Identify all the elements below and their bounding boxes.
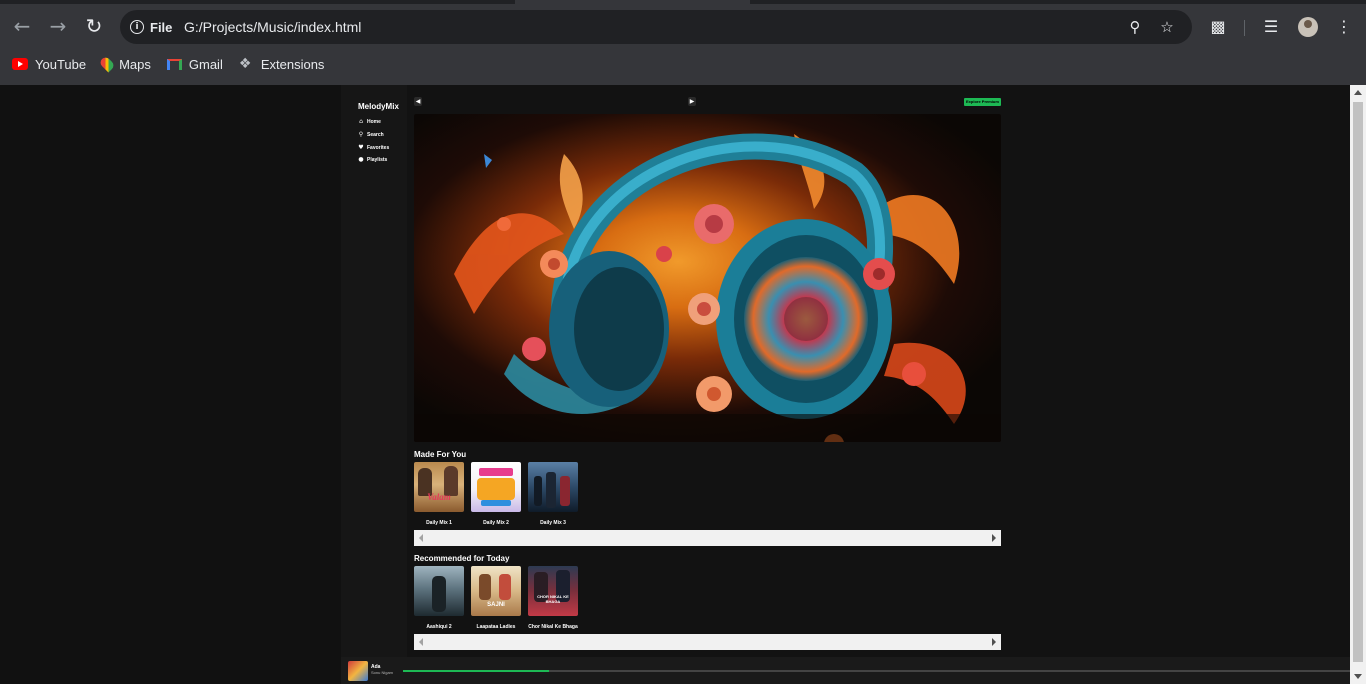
sidebar-item-playlists[interactable]: ● Playlists <box>358 156 387 163</box>
maps-icon <box>98 55 116 73</box>
sidebar: MelodyMix ⌂ Home ⚲ Search ♥ Favorites ● … <box>341 85 407 657</box>
playlist-cover: CHOR NIKAL KE BHAGA <box>528 566 578 616</box>
now-playing-cover <box>348 661 368 681</box>
sidebar-item-home[interactable]: ⌂ Home <box>358 118 381 125</box>
forward-icon[interactable]: → <box>45 13 71 39</box>
brand-logo: MelodyMix <box>358 102 399 111</box>
bookmark-gmail[interactable]: Gmail <box>166 56 223 72</box>
explore-premium-button[interactable]: Explore Premium <box>964 98 1001 106</box>
bookmark-label: Gmail <box>188 56 223 72</box>
now-playing-artist: Sonu Nigam <box>371 670 394 675</box>
browser-chrome: ← → ↻ i File G:/Projects/Music/index.htm… <box>0 0 1366 85</box>
site-chip-label: File <box>150 19 173 35</box>
hero-banner <box>414 114 1001 442</box>
toolbar-divider <box>1244 20 1245 36</box>
progress-bar[interactable] <box>403 670 1350 672</box>
music-app: MelodyMix ⌂ Home ⚲ Search ♥ Favorites ● … <box>341 85 1350 684</box>
bookmark-label: YouTube <box>35 56 87 72</box>
vertical-scrollbar[interactable] <box>1350 85 1366 684</box>
playlist-card[interactable]: Daily Mix 3 <box>528 462 578 526</box>
cover-title: CHOR NIKAL KE BHAGA <box>537 594 569 604</box>
zoom-icon[interactable]: ⚲ <box>1126 18 1144 36</box>
bookmark-maps[interactable]: Maps <box>98 55 151 73</box>
heart-icon: ♥ <box>358 144 364 151</box>
gmail-icon <box>166 58 182 70</box>
playlist-card[interactable]: Aashiqui 2 <box>414 566 464 630</box>
home-icon: ⌂ <box>359 118 363 125</box>
bookmark-star-icon[interactable]: ☆ <box>1158 18 1176 36</box>
card-label: Daily Mix 2 <box>483 520 509 526</box>
scroll-up-icon[interactable] <box>1354 90 1362 95</box>
address-bar[interactable]: i File G:/Projects/Music/index.html ⚲ ☆ <box>120 10 1192 44</box>
back-icon[interactable]: ← <box>9 13 35 39</box>
back-arrow-button[interactable]: ◀ <box>414 97 422 106</box>
site-info-chip[interactable]: i File <box>126 15 180 39</box>
forward-arrow-button[interactable]: ▶ <box>688 97 696 106</box>
card-label: Daily Mix 3 <box>540 520 566 526</box>
media-control-icon[interactable]: ☰ <box>1261 17 1281 37</box>
playlist-icon: ● <box>358 156 364 163</box>
browser-toolbar: ← → ↻ i File G:/Projects/Music/index.htm… <box>0 4 1366 48</box>
playlist-card[interactable]: SAJNI Laapataa Ladies <box>471 566 521 630</box>
sidebar-item-search[interactable]: ⚲ Search <box>358 131 384 138</box>
bookmark-label: Maps <box>119 56 151 72</box>
progress-fill <box>403 670 549 672</box>
search-icon: ⚲ <box>358 131 364 138</box>
sidebar-item-label: Playlists <box>367 156 388 163</box>
scrollbar-thumb[interactable] <box>1353 102 1363 662</box>
youtube-icon <box>12 58 28 70</box>
sidebar-item-label: Home <box>367 118 381 125</box>
scroll-right-icon[interactable] <box>992 534 996 542</box>
section-title-recommended: Recommended for Today <box>414 554 510 563</box>
page-viewport: MelodyMix ⌂ Home ⚲ Search ♥ Favorites ● … <box>0 85 1350 684</box>
card-label: Laapataa Ladies <box>476 624 516 630</box>
reload-icon[interactable]: ↻ <box>81 13 107 39</box>
horizontal-scrollbar[interactable] <box>414 634 1001 650</box>
playlist-cover: SAJNI <box>471 566 521 616</box>
section-title-made-for-you: Made For You <box>414 450 467 459</box>
sidebar-item-favorites[interactable]: ♥ Favorites <box>358 144 389 151</box>
url-text[interactable]: G:/Projects/Music/index.html <box>184 19 361 35</box>
card-label: Chor Nikal Ke Bhaga <box>528 624 578 630</box>
horizontal-scrollbar[interactable] <box>414 530 1001 546</box>
bookmark-label: Extensions <box>260 56 325 72</box>
bookmarks-bar: YouTube Maps Gmail ❖ Extensions <box>0 50 324 78</box>
playlist-cover <box>471 462 521 512</box>
profile-avatar[interactable] <box>1298 17 1318 37</box>
playlist-cover <box>414 566 464 616</box>
card-label: Aashiqui 2 <box>426 624 452 630</box>
cover-title: SAJNI <box>487 602 505 608</box>
playlist-cover: Valam <box>414 462 464 512</box>
sidebar-item-label: Favorites <box>367 144 390 151</box>
scroll-down-icon[interactable] <box>1354 674 1362 679</box>
main-content: ◀ ▶ Explore Premium Made For You Valam D… <box>407 85 1350 657</box>
menu-kebab-icon[interactable]: ⋮ <box>1334 17 1354 37</box>
bookmark-youtube[interactable]: YouTube <box>12 57 86 72</box>
playlist-card[interactable]: Valam Daily Mix 1 <box>414 462 464 526</box>
scroll-right-icon[interactable] <box>992 638 996 646</box>
playlist-card[interactable]: Daily Mix 2 <box>471 462 521 526</box>
scroll-left-icon[interactable] <box>419 638 423 646</box>
extensions-icon[interactable]: ▩ <box>1208 17 1228 37</box>
puzzle-icon: ❖ <box>238 56 252 72</box>
playlist-card[interactable]: CHOR NIKAL KE BHAGA Chor Nikal Ke Bhaga <box>528 566 578 630</box>
sidebar-item-label: Search <box>367 131 384 138</box>
info-icon: i <box>130 20 144 34</box>
bookmark-extensions[interactable]: ❖ Extensions <box>239 56 325 72</box>
now-playing-bar: Ada Sonu Nigam <box>341 657 1350 684</box>
card-label: Daily Mix 1 <box>426 520 452 526</box>
scroll-left-icon[interactable] <box>419 534 423 542</box>
headphones-illustration <box>414 133 1001 442</box>
cover-title: Valam <box>427 492 451 502</box>
playlist-cover <box>528 462 578 512</box>
